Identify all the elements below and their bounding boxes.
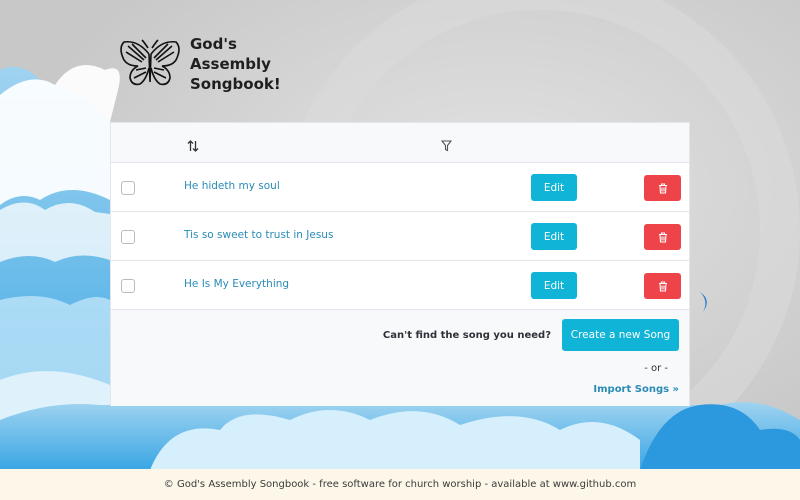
delete-button[interactable] (644, 273, 681, 299)
song-title-link[interactable]: He hideth my soul (184, 180, 280, 192)
row-checkbox[interactable] (121, 230, 135, 244)
edit-button[interactable]: Edit (531, 272, 577, 299)
app-title-line2: Songbook! (190, 75, 281, 93)
app-title: God's Assembly Songbook! (190, 34, 320, 94)
page-footer: © God's Assembly Songbook - free softwar… (0, 469, 800, 500)
delete-button[interactable] (644, 175, 681, 201)
song-title-link[interactable]: He Is My Everything (184, 278, 289, 290)
create-song-button[interactable]: Create a new Song (562, 319, 679, 351)
row-checkbox[interactable] (121, 181, 135, 195)
edit-button[interactable]: Edit (531, 223, 577, 250)
song-title-link[interactable]: Tis so sweet to trust in Jesus (184, 229, 333, 241)
trash-icon (658, 182, 667, 194)
trash-icon (658, 280, 667, 292)
app-title-line1: God's Assembly (190, 35, 271, 73)
songs-card: He hideth my soul Edit Tis so sweet to t… (110, 122, 690, 406)
butterfly-logo-icon (120, 39, 180, 86)
or-separator: - or - (644, 363, 668, 374)
row-checkbox[interactable] (121, 279, 135, 293)
edit-button[interactable]: Edit (531, 174, 577, 201)
cant-find-text: Can't find the song you need? (382, 330, 551, 341)
table-row: He Is My Everything Edit (111, 261, 689, 310)
delete-button[interactable] (644, 224, 681, 250)
table-header (111, 123, 689, 163)
filter-icon[interactable] (440, 137, 453, 156)
table-row: He hideth my soul Edit (111, 163, 689, 212)
sort-icon[interactable] (187, 137, 199, 156)
card-actions: Can't find the song you need? Create a n… (111, 310, 689, 406)
import-songs-link[interactable]: Import Songs » (593, 384, 679, 395)
brand: God's Assembly Songbook! (118, 34, 320, 94)
trash-icon (658, 231, 667, 243)
table-row: Tis so sweet to trust in Jesus Edit (111, 212, 689, 261)
footer-text: © God's Assembly Songbook - free softwar… (163, 479, 637, 490)
